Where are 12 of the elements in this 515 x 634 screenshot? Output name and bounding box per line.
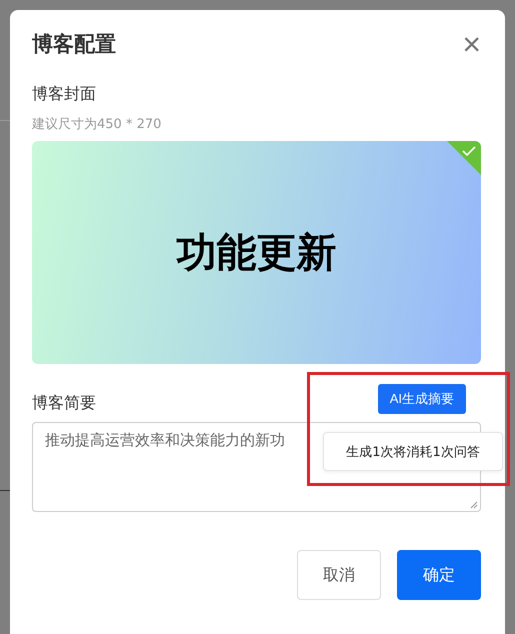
confirm-button[interactable]: 确定	[397, 550, 481, 600]
cancel-button[interactable]: 取消	[297, 550, 381, 600]
close-button[interactable]: ×	[462, 28, 481, 60]
cover-image[interactable]: 功能更新	[32, 141, 481, 364]
ai-summary-button[interactable]: AI生成摘要	[378, 384, 466, 414]
field-label: 博客简要	[32, 393, 96, 414]
dialog-title: 博客配置	[32, 31, 116, 58]
cover-title: 功能更新	[176, 229, 336, 278]
field-label: 博客封面	[32, 84, 97, 105]
tooltip: 生成1次将消耗1次问答	[323, 432, 503, 471]
resize-handle-icon[interactable]	[470, 501, 478, 509]
hint-text: 建议尺寸为450 * 270	[32, 116, 162, 133]
